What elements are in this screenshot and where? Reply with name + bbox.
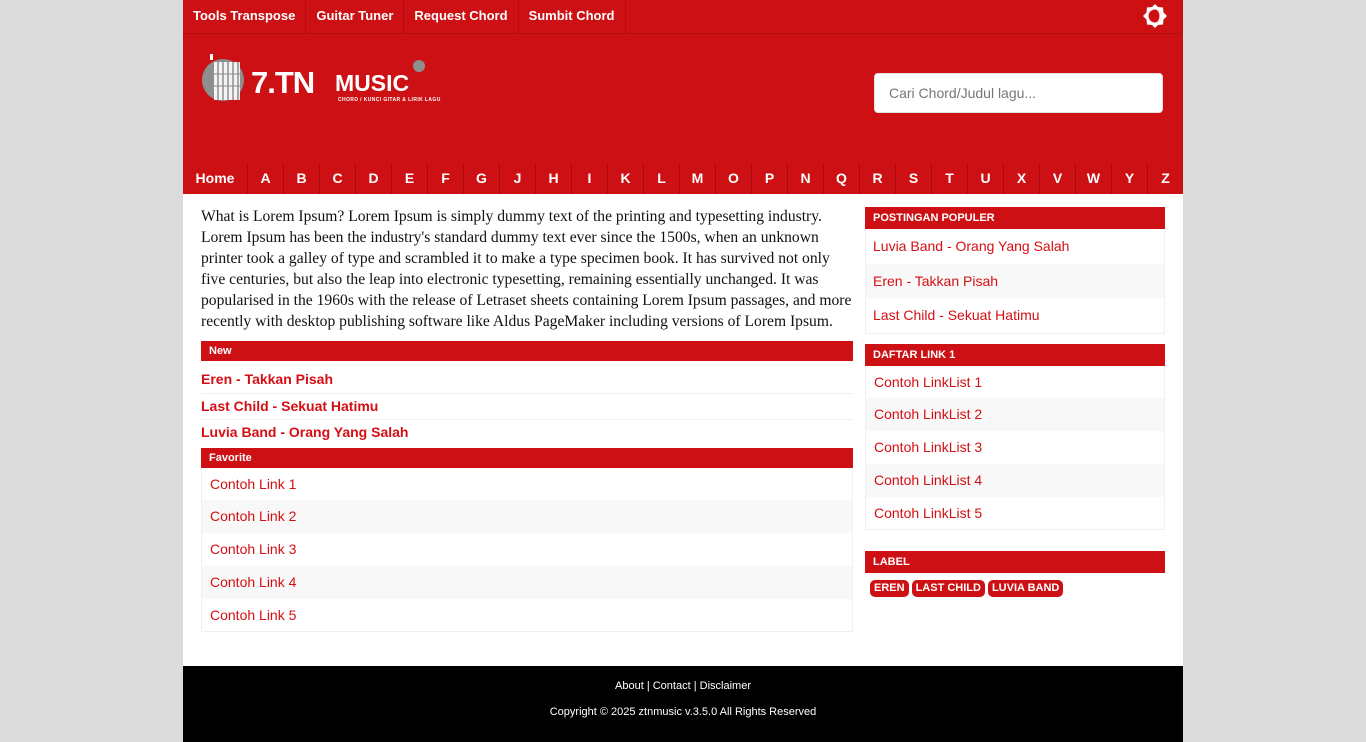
alpha-letter-f[interactable]: F [428, 163, 464, 194]
linklist-list: Contoh LinkList 1 Contoh LinkList 2 Contoh… [865, 365, 1165, 531]
new-post-item[interactable]: Eren - Takkan Pisah [201, 367, 853, 394]
label-cloud: EREN LAST CHILD LUVIA BAND [865, 573, 1165, 598]
site-footer: About | Contact | Disclaimer Copyright ©… [183, 666, 1183, 742]
favorite-link-item[interactable]: Contoh Link 2 [202, 500, 852, 534]
nav-guitar-tuner[interactable]: Guitar Tuner [306, 0, 405, 33]
label-title: LABEL [865, 551, 1165, 574]
popular-post-item[interactable]: Luvia Band - Orang Yang Salah [866, 229, 1164, 264]
alpha-letter-b[interactable]: B [284, 163, 320, 194]
main-content: What is Lorem Ipsum? Lorem Ipsum is simp… [201, 206, 853, 633]
search-input[interactable] [874, 73, 1163, 113]
site-logo[interactable]: 7.TN MUSIC CHORD / KUNCI GITAR & LIRIK L… [201, 50, 471, 110]
alpha-home[interactable]: Home [183, 163, 248, 194]
linklist-item[interactable]: Contoh LinkList 4 [866, 463, 1164, 497]
sidebar: POSTINGAN POPULER Luvia Band - Orang Yan… [865, 207, 1165, 598]
dark-mode-toggle-icon[interactable] [1143, 4, 1167, 28]
nav-request-chord[interactable]: Request Chord [404, 0, 519, 33]
favorite-link-item[interactable]: Contoh Link 1 [202, 468, 852, 501]
favorite-link-item[interactable]: Contoh Link 4 [202, 565, 852, 599]
alpha-letter-p[interactable]: P [752, 163, 788, 194]
popular-post-item[interactable]: Eren - Takkan Pisah [866, 263, 1164, 298]
new-posts-list: Eren - Takkan Pisah Last Child - Sekuat H… [201, 361, 853, 448]
alpha-letter-w[interactable]: W [1076, 163, 1112, 194]
alpha-letter-k[interactable]: K [608, 163, 644, 194]
alpha-letter-h[interactable]: H [536, 163, 572, 194]
site-header: 7.TN MUSIC CHORD / KUNCI GITAR & LIRIK L… [183, 34, 1183, 163]
page-wrapper: Tools Transpose Guitar Tuner Request Cho… [183, 0, 1183, 742]
footer-separator: | [646, 680, 650, 692]
popular-post-item[interactable]: Last Child - Sekuat Hatimu [866, 298, 1164, 333]
top-navigation: Tools Transpose Guitar Tuner Request Cho… [183, 0, 1183, 34]
favorite-section-title: Favorite [201, 447, 853, 468]
alpha-letter-r[interactable]: R [860, 163, 896, 194]
alpha-letter-i[interactable]: I [572, 163, 608, 194]
alpha-letter-z[interactable]: Z [1148, 163, 1183, 194]
alpha-letter-u[interactable]: U [968, 163, 1004, 194]
alpha-letter-o[interactable]: O [716, 163, 752, 194]
logo-brand-music: MUSIC [335, 70, 410, 96]
footer-contact-link[interactable]: Contact [653, 680, 691, 692]
alpha-letter-v[interactable]: V [1040, 163, 1076, 194]
linklist-item[interactable]: Contoh LinkList 2 [866, 398, 1164, 432]
alpha-letter-j[interactable]: J [500, 163, 536, 194]
alpha-letter-n[interactable]: N [788, 163, 824, 194]
alpha-letter-e[interactable]: E [392, 163, 428, 194]
footer-about-link[interactable]: About [615, 680, 644, 692]
linklist-title: DAFTAR LINK 1 [865, 343, 1165, 366]
alphabet-navigation: Home ABCDEFGJHIKLMOPNQRSTUXVWYZ [183, 163, 1183, 194]
alpha-letter-d[interactable]: D [356, 163, 392, 194]
alpha-letter-t[interactable]: T [932, 163, 968, 194]
favorite-link-item[interactable]: Contoh Link 5 [202, 599, 852, 632]
alpha-letter-q[interactable]: Q [824, 163, 860, 194]
intro-text: What is Lorem Ipsum? Lorem Ipsum is simp… [201, 208, 852, 330]
alpha-letter-l[interactable]: L [644, 163, 680, 194]
alpha-letter-m[interactable]: M [680, 163, 716, 194]
alpha-letter-y[interactable]: Y [1112, 163, 1148, 194]
copyright-text: Copyright © 2025 ztnmusic v.3.5.0 All Ri… [549, 706, 817, 718]
alpha-letter-a[interactable]: A [248, 163, 284, 194]
alpha-letter-g[interactable]: G [464, 163, 500, 194]
popular-posts-title: POSTINGAN POPULER [865, 207, 1165, 229]
linklist-item[interactable]: Contoh LinkList 5 [866, 497, 1164, 530]
footer-links: About | Contact | Disclaimer [183, 680, 1183, 692]
new-section-title: New [201, 341, 853, 361]
label-tag[interactable]: LUVIA BAND [987, 580, 1064, 598]
popular-posts-list: Luvia Band - Orang Yang Salah Eren - Takk… [865, 229, 1165, 334]
logo-tagline: CHORD / KUNCI GITAR & LIRIK LAGU [338, 97, 441, 103]
label-tag[interactable]: LAST CHILD [911, 580, 985, 598]
alpha-letter-c[interactable]: C [320, 163, 356, 194]
new-post-item[interactable]: Last Child - Sekuat Hatimu [201, 394, 853, 420]
label-tag[interactable]: EREN [870, 580, 909, 598]
logo-brand: 7.TN [251, 65, 315, 100]
favorite-link-item[interactable]: Contoh Link 3 [202, 533, 852, 566]
linklist-item[interactable]: Contoh LinkList 1 [866, 366, 1164, 399]
nav-submit-chord[interactable]: Sumbit Chord [519, 0, 626, 33]
footer-separator: | [693, 680, 697, 692]
alpha-letter-x[interactable]: X [1004, 163, 1040, 194]
new-post-item[interactable]: Luvia Band - Orang Yang Salah [201, 420, 853, 446]
favorite-links-list: Contoh Link 1 Contoh Link 2 Contoh Link 3C… [201, 467, 853, 633]
linklist-item[interactable]: Contoh LinkList 3 [866, 431, 1164, 464]
alpha-letter-s[interactable]: S [896, 163, 932, 194]
footer-disclaimer-link[interactable]: Disclaimer [700, 680, 751, 692]
nav-tools-transpose[interactable]: Tools Transpose [183, 0, 307, 33]
